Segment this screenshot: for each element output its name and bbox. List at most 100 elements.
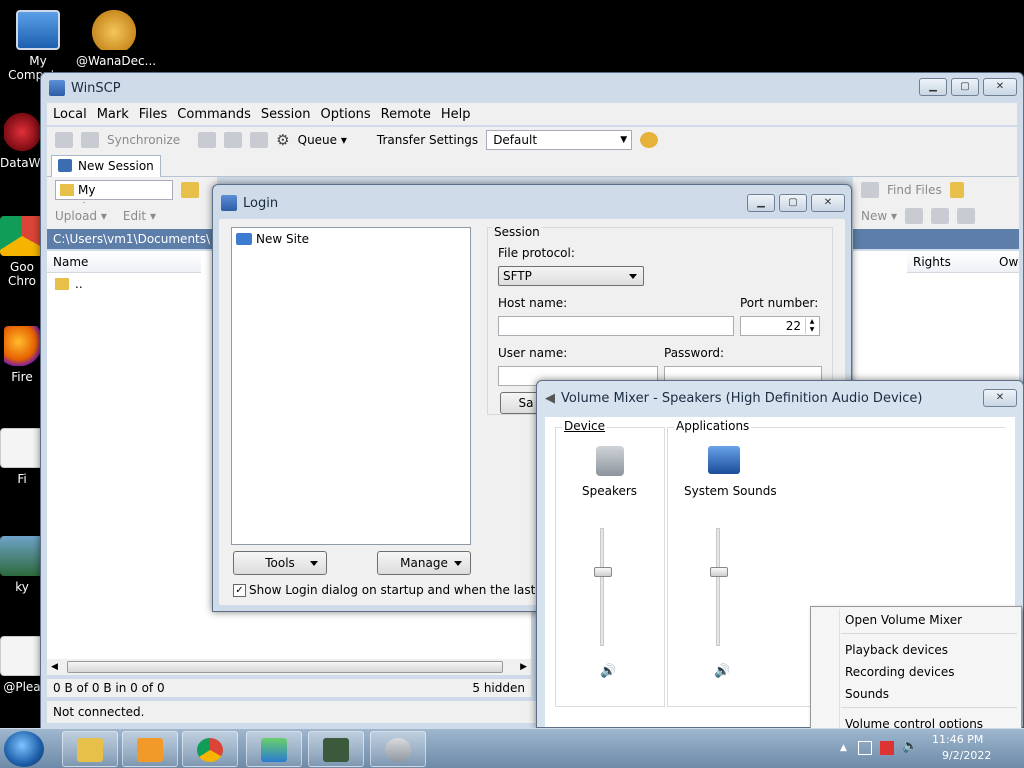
tree-item-new-site[interactable]: New Site: [236, 232, 309, 246]
compare-icon[interactable]: [55, 132, 73, 148]
menu-mark[interactable]: Mark: [97, 107, 129, 122]
menu-item-recording-devices[interactable]: Recording devices: [845, 665, 955, 679]
preferences-gear-icon[interactable]: ⚙: [276, 131, 289, 149]
host-name-input[interactable]: [498, 316, 734, 336]
desktop-icon-firefox[interactable]: Fire: [0, 326, 44, 384]
plus-icon[interactable]: [905, 208, 924, 224]
speakers-device-icon[interactable]: [596, 446, 624, 476]
list-item[interactable]: ..: [55, 277, 83, 291]
menu-commands[interactable]: Commands: [177, 107, 251, 122]
menu-session[interactable]: Session: [261, 107, 311, 122]
maximize-button[interactable]: ▢: [779, 194, 807, 212]
close-button[interactable]: ✕: [983, 389, 1017, 407]
winscp-titlebar[interactable]: WinSCP: [41, 73, 1023, 103]
queue-button[interactable]: Queue ▾: [298, 133, 347, 147]
menu-item-playback-devices[interactable]: Playback devices: [845, 643, 948, 657]
action-center-icon[interactable]: [880, 741, 894, 755]
speakers-mute-icon[interactable]: 🔊: [600, 664, 616, 679]
site-tree[interactable]: New Site: [231, 227, 471, 545]
firefox-icon: [4, 326, 40, 366]
chrome-icon: [197, 738, 223, 762]
menu-remote[interactable]: Remote: [381, 107, 431, 122]
file-icon: [0, 636, 44, 676]
system-sounds-volume-slider[interactable]: [710, 566, 728, 577]
column-rights-header[interactable]: Rights: [907, 251, 993, 273]
manage-button[interactable]: Manage: [377, 551, 471, 575]
taskbar-chrome[interactable]: [182, 731, 238, 767]
scrollbar-thumb[interactable]: [67, 661, 503, 673]
console-icon[interactable]: [198, 132, 217, 148]
manage-label: Manage: [400, 556, 448, 570]
globe-icon[interactable]: [640, 132, 659, 148]
find-files-button[interactable]: Find Files: [887, 183, 942, 197]
start-button[interactable]: [4, 731, 44, 767]
column-owner-header[interactable]: Own: [993, 251, 1019, 273]
menu-item-open-volume-mixer[interactable]: Open Volume Mixer: [845, 613, 962, 627]
clock-time[interactable]: 11:46 PM: [932, 733, 983, 746]
queue-label: Queue: [297, 133, 338, 147]
system-sounds-icon[interactable]: [708, 446, 740, 474]
edit-button[interactable]: Edit ▾: [123, 209, 156, 223]
menu-help[interactable]: Help: [441, 107, 471, 122]
taskbar-volume-mixer[interactable]: [370, 731, 426, 767]
minimize-button[interactable]: ▁: [919, 78, 947, 96]
desktop-icon-wanadec[interactable]: @WanaDec...: [76, 10, 156, 68]
horizontal-scrollbar[interactable]: ◀ ▶: [47, 659, 531, 675]
taskbar-explorer[interactable]: [62, 731, 118, 767]
scroll-left-icon[interactable]: ◀: [51, 662, 58, 672]
system-sounds-volume-track[interactable]: [716, 528, 720, 646]
menu-files[interactable]: Files: [139, 107, 168, 122]
speakers-volume-track[interactable]: [600, 528, 604, 646]
computer-icon: [16, 10, 60, 50]
volume-icon[interactable]: 🔈: [902, 739, 918, 754]
desktop-icon-datawa[interactable]: DataWa: [0, 112, 47, 170]
putty-icon[interactable]: [224, 132, 243, 148]
minimize-button[interactable]: ▁: [747, 194, 775, 212]
refresh-icon[interactable]: [861, 182, 879, 198]
file-protocol-select[interactable]: SFTP: [498, 266, 644, 286]
local-location-select[interactable]: My documents: [55, 180, 173, 215]
synchronize-button[interactable]: Synchronize: [107, 133, 180, 147]
open-folder-icon[interactable]: [181, 182, 199, 198]
scroll-right-icon[interactable]: ▶: [520, 662, 527, 672]
new-button[interactable]: New ▾: [861, 209, 897, 223]
taskbar-task-manager[interactable]: [308, 731, 364, 767]
menu-local[interactable]: Local: [53, 107, 87, 122]
tools-button[interactable]: Tools: [233, 551, 327, 575]
bookmark-icon[interactable]: [949, 182, 964, 198]
desktop-icon-file-1[interactable]: Fi: [0, 428, 44, 486]
network-icon[interactable]: [858, 741, 872, 755]
clock-date[interactable]: 9/2/2022: [942, 749, 991, 762]
tab-new-session[interactable]: New Session: [51, 155, 161, 177]
show-login-checkbox[interactable]: ✓: [233, 584, 246, 597]
close-button[interactable]: ✕: [811, 194, 845, 212]
column-name-header[interactable]: Name: [47, 251, 201, 273]
media-player-icon: [137, 738, 163, 762]
taskbar-winscp[interactable]: [246, 731, 302, 767]
menu-options[interactable]: Options: [321, 107, 371, 122]
sync-browse-icon[interactable]: [81, 132, 99, 148]
close-button[interactable]: ✕: [983, 78, 1017, 96]
system-sounds-mute-icon[interactable]: 🔊: [714, 664, 730, 679]
mixer-titlebar[interactable]: ◀ Volume Mixer - Speakers (High Definiti…: [537, 381, 1023, 415]
desktop-icon-image[interactable]: ky: [0, 536, 44, 594]
desktop-icon-label: Fi: [17, 472, 27, 486]
chevron-down-icon: ▼: [620, 135, 628, 145]
transfer-settings-select[interactable]: Default ▼: [486, 130, 633, 150]
menu-item-sounds[interactable]: Sounds: [845, 687, 889, 701]
port-spinner[interactable]: ▲ ▼: [805, 318, 818, 334]
minus-icon[interactable]: [931, 208, 950, 224]
login-title: Login: [243, 195, 279, 211]
monitor-icon: [58, 159, 72, 172]
speakers-volume-slider[interactable]: [594, 566, 612, 577]
upload-button[interactable]: Upload ▾: [55, 209, 107, 223]
port-number-input[interactable]: 22 ▲ ▼: [740, 316, 820, 336]
filter-icon[interactable]: [957, 208, 976, 224]
desktop-icon-chrome[interactable]: Goo Chro: [0, 216, 44, 288]
maximize-button[interactable]: ▢: [951, 78, 979, 96]
show-hidden-icons-icon[interactable]: ▲: [840, 743, 847, 753]
desktop-icon-file-2[interactable]: @Plea: [0, 636, 44, 694]
find-icon[interactable]: [250, 132, 269, 148]
remote-path-bar[interactable]: [853, 229, 1019, 249]
taskbar-media-player[interactable]: [122, 731, 178, 767]
